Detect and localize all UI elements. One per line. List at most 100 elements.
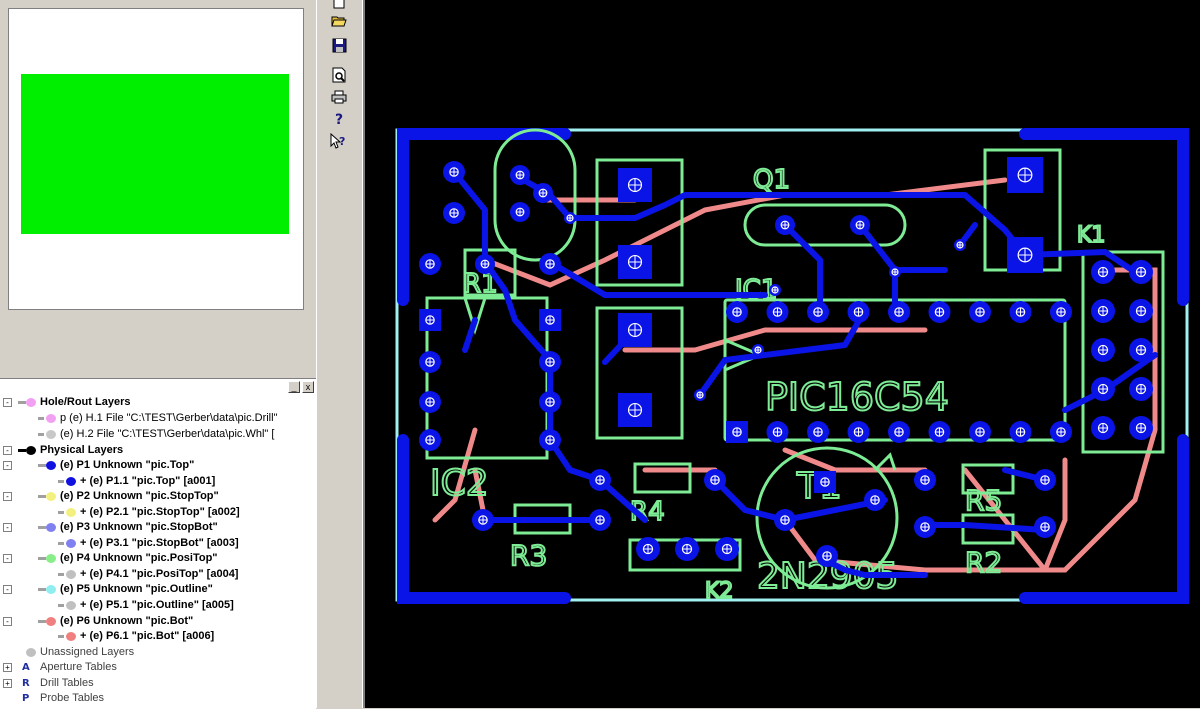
board-preview-thumbnail[interactable] — [21, 74, 289, 234]
pad — [1050, 301, 1072, 323]
layer-color-icon — [66, 539, 76, 548]
layer-line-icon — [38, 526, 46, 529]
pcb-canvas[interactable]: Q1 K1 R1 IC1 PIC16C54 IC2 T1 R4 R3 R5 R2… — [365, 0, 1200, 708]
pad — [769, 284, 781, 296]
minimize-panel-button[interactable]: _ — [288, 381, 300, 393]
pad — [1034, 516, 1056, 538]
layer-line-icon — [38, 588, 46, 591]
layer-line-icon — [58, 542, 64, 545]
layer-tree-row[interactable]: (e) H.2 File "C:\TEST\Gerber\data\pic.Wh… — [0, 427, 316, 442]
table-node-icon: P — [22, 693, 30, 704]
pad — [1009, 421, 1032, 443]
layer-line-icon — [38, 620, 46, 623]
layer-tree-row[interactable]: + A Aperture Tables — [0, 660, 316, 675]
layer-tree-label: (e) P3 Unknown "pic.StopBot" — [60, 521, 218, 533]
layer-tree-row[interactable]: + (e) P5.1 "pic.Outline" [a005] — [0, 598, 316, 613]
pad — [419, 309, 441, 331]
pad — [969, 421, 991, 443]
context-help-button[interactable]: ? — [330, 132, 348, 150]
layer-tree-row[interactable]: - Physical Layers — [0, 443, 316, 458]
collapse-node-toggle[interactable]: - — [3, 446, 12, 455]
expand-node-toggle[interactable]: + — [3, 663, 12, 672]
pad — [675, 537, 699, 561]
pad — [1129, 377, 1153, 401]
pad — [636, 537, 660, 561]
label-pic16c54: PIC16C54 — [765, 375, 949, 419]
print-button[interactable] — [330, 88, 348, 106]
pad — [539, 253, 561, 275]
layer-tree-row[interactable]: P Probe Tables — [0, 691, 316, 706]
label-k2: K2 — [705, 579, 733, 604]
pad — [443, 202, 465, 224]
layer-tree-row[interactable]: p (e) H.1 File "C:\TEST\Gerber\data\pic.… — [0, 411, 316, 426]
layer-color-icon — [26, 446, 36, 455]
collapse-node-toggle[interactable]: - — [3, 617, 12, 626]
layer-tree-row[interactable]: - (e) P4 Unknown "pic.PosiTop" — [0, 551, 316, 566]
collapse-node-toggle[interactable]: - — [3, 523, 12, 532]
pad — [847, 421, 870, 443]
layer-line-icon — [38, 464, 46, 467]
pad — [589, 509, 611, 531]
layer-tree-label: (e) P4 Unknown "pic.PosiTop" — [60, 552, 218, 564]
pad — [726, 301, 748, 323]
pad — [419, 351, 441, 373]
collapse-node-toggle[interactable]: - — [3, 585, 12, 594]
layer-tree-row[interactable]: - Hole/Rout Layers — [0, 395, 316, 410]
layer-color-icon — [66, 632, 76, 641]
pad — [1091, 416, 1115, 440]
layer-tree-row[interactable]: + R Drill Tables — [0, 676, 316, 691]
layer-tree-label: Unassigned Layers — [40, 646, 135, 658]
collapse-node-toggle[interactable]: - — [3, 398, 12, 407]
layer-tree-label: + (e) P5.1 "pic.Outline" [a005] — [80, 599, 234, 611]
collapse-node-toggle[interactable]: - — [3, 554, 12, 563]
print-preview-button[interactable] — [330, 66, 348, 84]
pcb-drawing: Q1 K1 R1 IC1 PIC16C54 IC2 T1 R4 R3 R5 R2… — [395, 128, 1189, 605]
layer-tree-row[interactable]: + (e) P1.1 "pic.Top" [a001] — [0, 474, 316, 489]
new-file-button[interactable] — [330, 0, 348, 10]
pad — [510, 165, 530, 185]
pad — [1129, 416, 1153, 440]
layer-tree-row[interactable]: + (e) P4.1 "pic.PosiTop" [a004] — [0, 567, 316, 582]
layer-tree-row[interactable]: - (e) P1 Unknown "pic.Top" — [0, 458, 316, 473]
layer-tree-label: + (e) P1.1 "pic.Top" [a001] — [80, 475, 216, 487]
pad — [928, 301, 951, 323]
layer-line-icon — [38, 433, 44, 436]
layer-tree-label: (e) P1 Unknown "pic.Top" — [60, 459, 195, 471]
layer-color-icon — [66, 477, 76, 486]
pad — [928, 421, 951, 443]
layer-tree-row[interactable]: Unassigned Layers — [0, 645, 316, 660]
pad — [1091, 299, 1115, 323]
crystal-outline-silk — [743, 203, 907, 247]
layer-line-icon — [58, 480, 64, 483]
layer-tree-row[interactable]: - (e) P3 Unknown "pic.StopBot" — [0, 520, 316, 535]
label-r2: R2 — [965, 546, 1002, 579]
layer-preview-panel — [0, 0, 312, 372]
layer-tree-row[interactable]: - (e) P5 Unknown "pic.Outline" — [0, 582, 316, 597]
expand-node-toggle[interactable]: + — [3, 679, 12, 688]
open-file-button[interactable] — [330, 12, 348, 30]
close-panel-button[interactable]: x — [302, 381, 314, 393]
pad — [618, 168, 652, 202]
svg-text:?: ? — [335, 112, 343, 127]
help-button[interactable]: ? — [330, 110, 348, 128]
layer-line-icon — [58, 511, 64, 514]
pad — [888, 301, 910, 323]
layer-tree-row[interactable]: - (e) P6 Unknown "pic.Bot" — [0, 614, 316, 629]
layer-tree-row[interactable]: + (e) P2.1 "pic.StopTop" [a002] — [0, 505, 316, 520]
save-button[interactable] — [330, 36, 348, 54]
pad — [889, 266, 901, 278]
label-r5: R5 — [965, 484, 1002, 517]
pad — [1129, 338, 1153, 362]
collapse-node-toggle[interactable]: - — [3, 461, 12, 470]
pad — [539, 351, 561, 373]
collapse-node-toggle[interactable]: - — [3, 492, 12, 501]
pad — [1009, 301, 1032, 323]
pad — [816, 545, 838, 567]
layer-tree-row[interactable]: - (e) P2 Unknown "pic.StopTop" — [0, 489, 316, 504]
pad — [847, 301, 870, 323]
layer-tree-row[interactable]: + (e) P6.1 "pic.Bot" [a006] — [0, 629, 316, 644]
pad — [726, 421, 748, 443]
layer-tree-row[interactable]: + (e) P3.1 "pic.StopBot" [a003] — [0, 536, 316, 551]
pad — [564, 212, 576, 224]
layer-tree-label: Physical Layers — [40, 444, 124, 456]
